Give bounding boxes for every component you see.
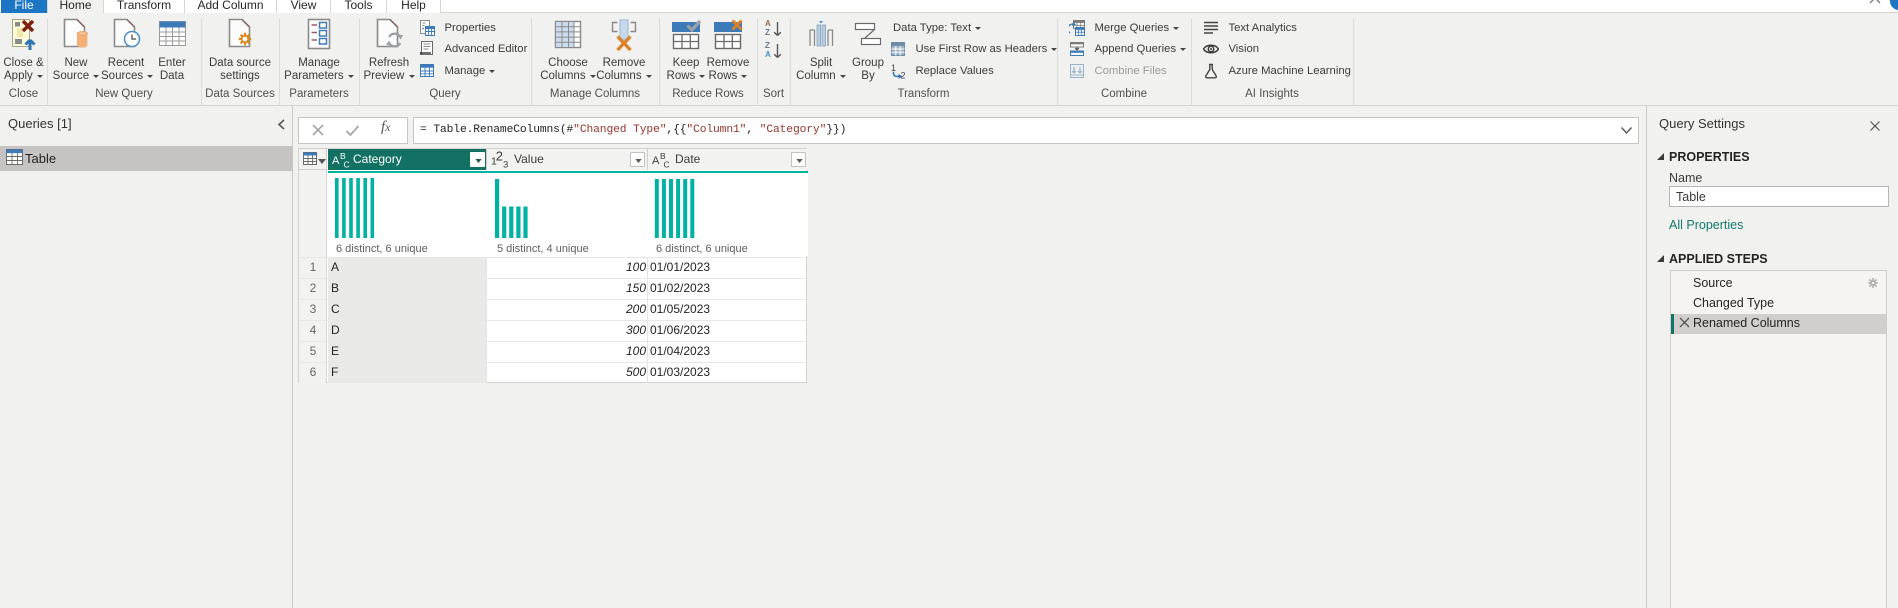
svg-text:1: 1 xyxy=(891,63,896,73)
svg-text:A: A xyxy=(332,155,340,167)
svg-text:3: 3 xyxy=(503,160,508,169)
svg-text:2: 2 xyxy=(901,70,906,79)
svg-text:C: C xyxy=(344,160,350,169)
svg-text:C: C xyxy=(664,160,670,169)
svg-text:2: 2 xyxy=(496,151,503,164)
svg-text:A: A xyxy=(652,155,660,167)
